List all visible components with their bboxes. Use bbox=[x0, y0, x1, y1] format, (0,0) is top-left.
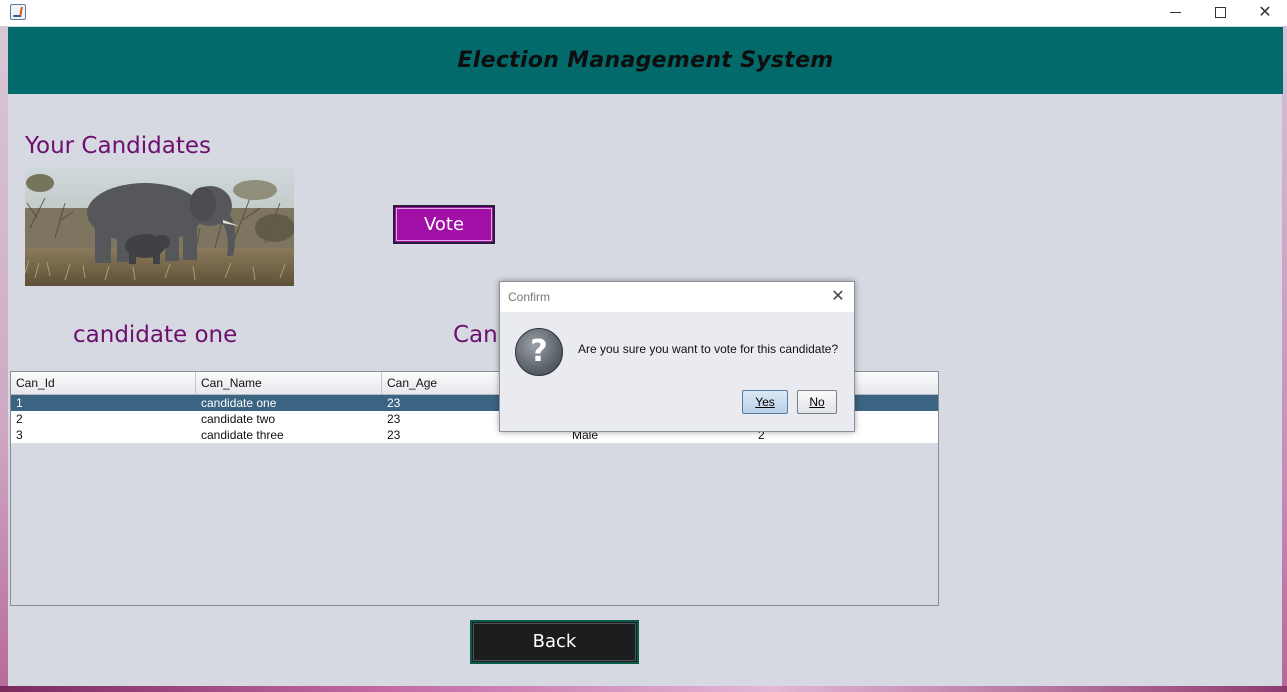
back-button[interactable]: Back bbox=[470, 620, 639, 664]
desktop-background-left bbox=[0, 26, 8, 692]
dialog-close-icon[interactable]: ✕ bbox=[830, 288, 846, 304]
cell-age: 23 bbox=[387, 412, 401, 426]
cell-name: candidate two bbox=[201, 412, 276, 426]
cell-name: candidate one bbox=[201, 396, 277, 410]
window-titlebar: ✕ bbox=[0, 0, 1287, 26]
cell-id: 2 bbox=[16, 412, 23, 426]
cell-id: 3 bbox=[16, 428, 23, 442]
column-header-can-id[interactable]: Can_Id bbox=[11, 372, 196, 394]
page-title: Election Management System bbox=[457, 48, 834, 73]
cell-age: 23 bbox=[387, 428, 401, 442]
maximize-icon bbox=[1214, 6, 1226, 18]
cell-age: 23 bbox=[387, 396, 401, 410]
minimize-icon bbox=[1169, 11, 1181, 13]
confirm-dialog: Confirm ✕ ? Are you sure you want to vot… bbox=[499, 281, 855, 432]
cell-id: 1 bbox=[16, 396, 23, 410]
dialog-titlebar: Confirm ✕ bbox=[500, 282, 854, 312]
yes-button[interactable]: Yes bbox=[742, 390, 788, 414]
no-button-label: No bbox=[809, 395, 825, 409]
candidate-name-left: candidate one bbox=[73, 322, 238, 348]
close-button[interactable]: ✕ bbox=[1242, 0, 1287, 26]
desktop-background-bottom bbox=[0, 686, 1287, 692]
minimize-button[interactable] bbox=[1152, 0, 1198, 26]
candidate-photo bbox=[25, 168, 294, 286]
close-icon: ✕ bbox=[1258, 2, 1272, 21]
desktop-background-right bbox=[1282, 26, 1287, 692]
dialog-title: Confirm bbox=[508, 290, 551, 304]
vote-button[interactable]: Vote bbox=[393, 205, 495, 244]
yes-button-label: Yes bbox=[755, 395, 775, 409]
dialog-message: Are you sure you want to vote for this c… bbox=[578, 342, 839, 356]
section-title: Your Candidates bbox=[25, 133, 211, 159]
column-header-can-name[interactable]: Can_Name bbox=[196, 372, 382, 394]
java-app-icon bbox=[10, 4, 26, 20]
maximize-button[interactable] bbox=[1197, 0, 1243, 26]
cell-name: candidate three bbox=[201, 428, 284, 442]
elephant-image bbox=[25, 168, 294, 286]
no-button[interactable]: No bbox=[797, 390, 837, 414]
app-header: Election Management System bbox=[8, 27, 1283, 94]
question-icon: ? bbox=[515, 328, 563, 376]
